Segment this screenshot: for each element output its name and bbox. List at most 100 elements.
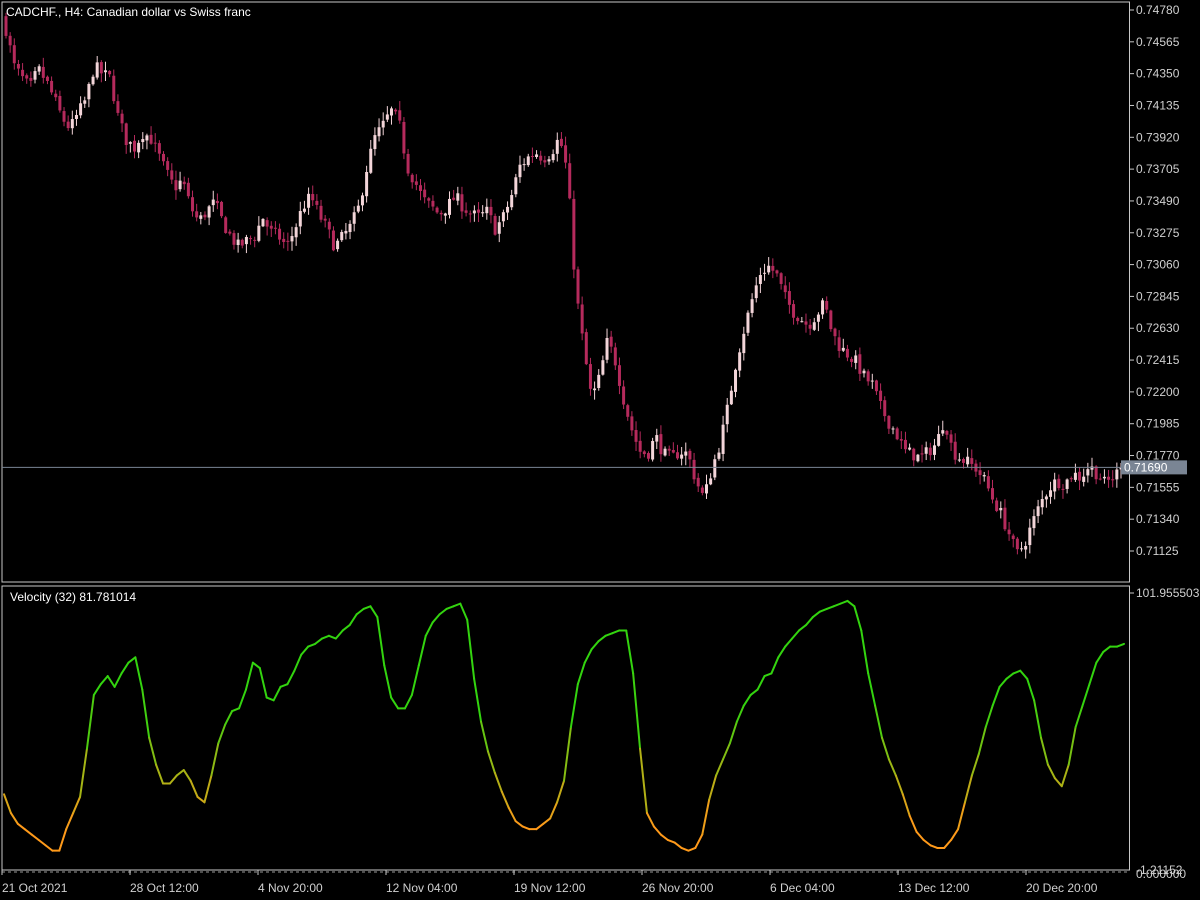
candle-body [319, 205, 323, 220]
indicator-max-label: 101.955503 [1136, 586, 1200, 600]
candle-body [572, 198, 576, 270]
candle-body [4, 16, 8, 36]
candle-body [763, 272, 767, 274]
candle-body [555, 139, 559, 154]
candle-body [381, 120, 385, 128]
candle-body [775, 270, 779, 274]
candle-body [808, 324, 812, 329]
candle-body [431, 200, 435, 207]
candle-body [443, 213, 447, 216]
candle-body [746, 312, 750, 333]
candle-body [1115, 469, 1119, 480]
candle-body [452, 197, 456, 200]
candle-body [800, 321, 804, 323]
candle-body [414, 181, 418, 185]
candle-body [485, 206, 489, 214]
candle-body [435, 207, 439, 213]
candle-body [228, 231, 232, 234]
candle-body [1040, 498, 1044, 508]
chart-background [0, 0, 1200, 900]
candle-body [120, 113, 124, 124]
candle-body [1057, 478, 1061, 489]
candle-body [406, 153, 410, 174]
candle-body [688, 450, 692, 460]
candle-body [729, 390, 733, 405]
current-price-label: 0.71690 [1124, 460, 1168, 474]
candle-body [1024, 546, 1028, 550]
candle-body [825, 300, 829, 310]
candle-body [564, 145, 568, 163]
candle-body [991, 488, 995, 500]
candle-body [1061, 488, 1065, 490]
candle-body [783, 285, 787, 293]
candle-body [750, 299, 754, 313]
candle-body [58, 95, 62, 111]
candle-body [1111, 479, 1115, 481]
candle-body [29, 77, 33, 81]
chart-window: 0.74780 0.74565 0.74350 0.74135 0.73920 0.737… [0, 0, 1200, 900]
candle-body [464, 210, 468, 213]
candle-body [995, 500, 999, 511]
candle-body [87, 83, 91, 100]
candle-body [949, 434, 953, 443]
candle-body [912, 448, 916, 461]
candle-body [792, 304, 796, 318]
candle-body [601, 360, 605, 375]
candle-body [1007, 529, 1011, 535]
candle-body [576, 269, 580, 304]
candle-body [249, 238, 253, 240]
candle-body [12, 45, 16, 64]
candle-body [982, 475, 986, 477]
price-tick-label: 0.74565 [1136, 35, 1180, 49]
price-tick-label: 0.71555 [1136, 480, 1180, 494]
candle-body [336, 240, 340, 250]
candle-body [195, 211, 199, 218]
candle-body [253, 239, 257, 241]
candle-body [116, 101, 120, 113]
candle-body [966, 456, 970, 465]
price-tick-label: 0.72200 [1136, 385, 1180, 399]
candle-body [315, 200, 319, 205]
price-tick-label: 0.73275 [1136, 226, 1180, 240]
candle-body [941, 430, 945, 434]
candle-body [510, 195, 514, 208]
candle-body [290, 236, 294, 242]
candle-body [879, 390, 883, 401]
candle-body [655, 435, 659, 442]
candle-body [754, 285, 758, 299]
candle-body [493, 216, 497, 235]
candle-body [1086, 469, 1090, 476]
candle-body [634, 430, 638, 442]
candle-body [758, 275, 762, 284]
candle-body [99, 62, 103, 74]
candle-body [953, 441, 957, 460]
candle-body [236, 239, 240, 246]
candle-body [530, 156, 534, 158]
candle-body [45, 76, 49, 81]
candle-body [1073, 472, 1077, 480]
candle-body [850, 358, 854, 362]
candle-body [37, 66, 41, 72]
candle-body [298, 211, 302, 227]
candle-body [128, 142, 132, 144]
candle-body [667, 448, 671, 451]
candle-body [734, 369, 738, 392]
candle-body [145, 135, 149, 141]
candle-body [331, 230, 335, 251]
candle-body [713, 459, 717, 478]
candle-body [1036, 506, 1040, 517]
candle-body [696, 477, 700, 487]
price-tick-label: 0.72630 [1136, 321, 1180, 335]
candle-body [137, 142, 141, 153]
candle-body [41, 66, 45, 78]
candle-body [1049, 490, 1053, 497]
candle-body [580, 304, 584, 334]
candle-body [54, 93, 58, 98]
candle-body [642, 451, 646, 455]
candle-body [70, 119, 74, 129]
candle-body [812, 322, 816, 330]
price-tick-label: 0.73490 [1136, 194, 1180, 208]
candle-body [398, 110, 402, 121]
candle-body [191, 197, 195, 212]
candle-body [738, 352, 742, 371]
